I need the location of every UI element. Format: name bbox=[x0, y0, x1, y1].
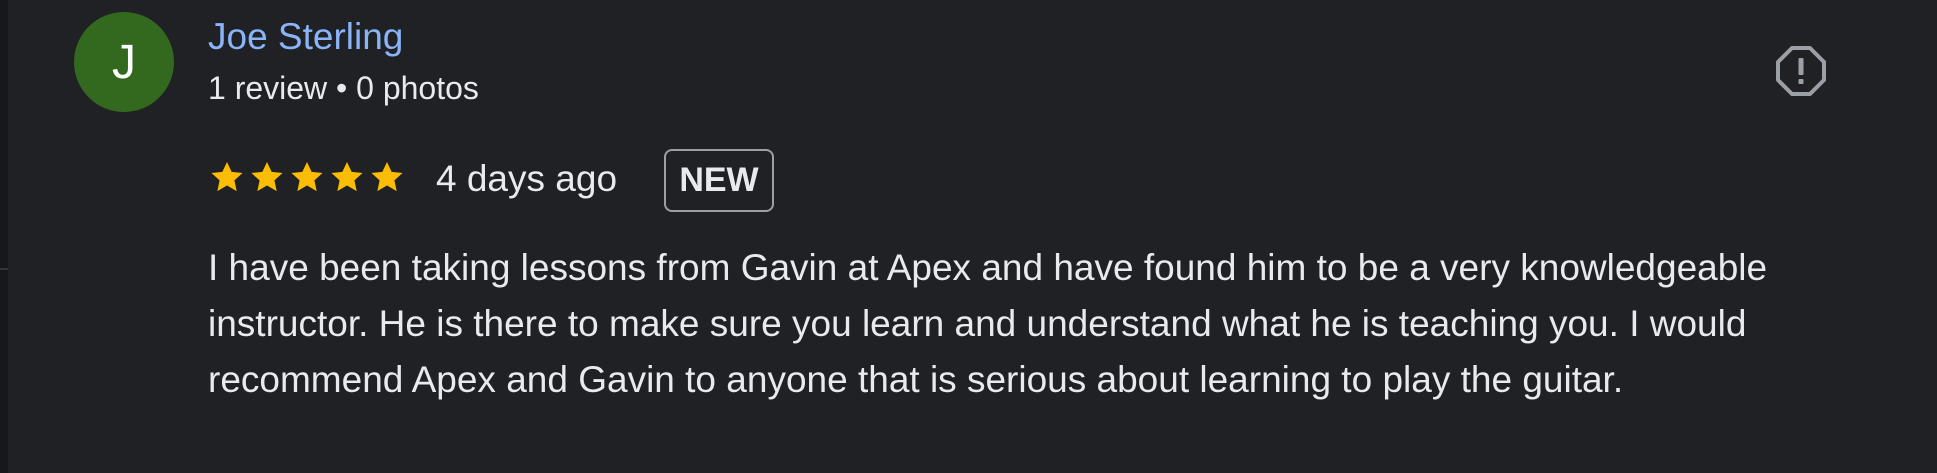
reviewer-name-link[interactable]: Joe Sterling bbox=[208, 16, 403, 58]
report-octagon-icon bbox=[1776, 46, 1826, 96]
avatar[interactable]: J bbox=[74, 12, 174, 112]
review-date: 4 days ago bbox=[436, 158, 618, 199]
star-icon bbox=[291, 161, 323, 192]
new-badge: NEW bbox=[664, 149, 774, 212]
reviewer-meta: 1 review • 0 photos bbox=[208, 70, 479, 106]
star-icon bbox=[371, 161, 403, 192]
review-card: J Joe Sterling 1 review • 0 photos 4 day… bbox=[0, 0, 1937, 473]
star-rating bbox=[208, 158, 406, 198]
review-text: I have been taking lessons from Gavin at… bbox=[208, 247, 1768, 400]
star-icon bbox=[251, 161, 283, 192]
star-icon bbox=[331, 161, 363, 192]
avatar-initial: J bbox=[112, 35, 136, 89]
report-review-button[interactable] bbox=[1772, 42, 1830, 100]
star-icon bbox=[211, 161, 243, 192]
